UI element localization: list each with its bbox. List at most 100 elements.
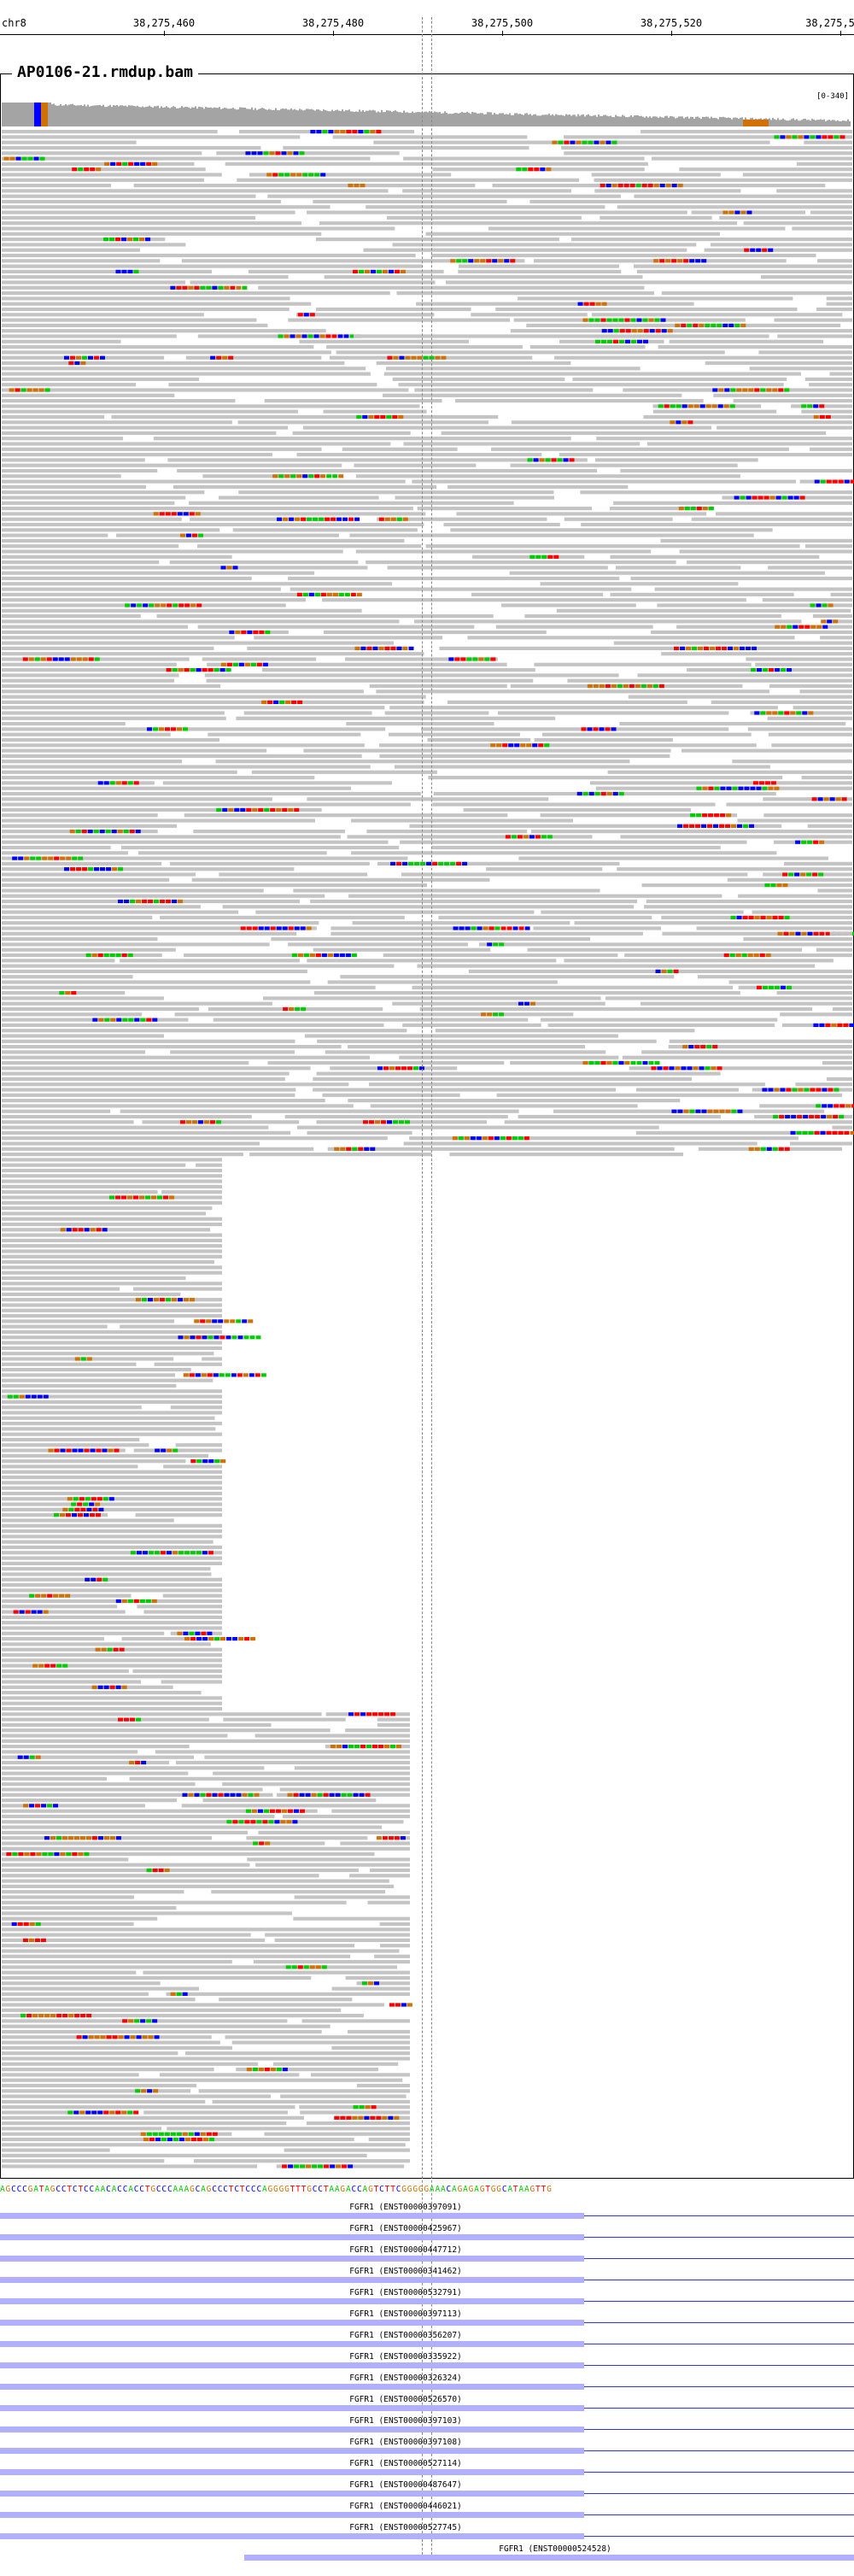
read — [705, 361, 852, 366]
transcript-intron — [584, 2450, 854, 2451]
transcript-exon[interactable] — [0, 2362, 584, 2368]
transcript-intron — [584, 2386, 854, 2387]
transcript-exon[interactable] — [0, 2448, 584, 2454]
mismatch-base — [282, 2164, 288, 2168]
transcript-label[interactable]: FGFR1 (ENST00000397108) — [349, 2438, 462, 2447]
transcript-exon[interactable] — [0, 2320, 584, 2326]
mismatch-base — [402, 517, 408, 521]
mismatch-base — [133, 269, 139, 273]
mismatch-base — [348, 1745, 354, 1749]
mismatch-base — [197, 1120, 203, 1124]
transcript-label[interactable]: FGFR1 (ENST00000526570) — [349, 2395, 462, 2404]
read — [120, 959, 300, 963]
mismatch-base — [120, 1195, 126, 1200]
mismatch-base — [510, 259, 516, 263]
mismatch-base — [102, 1497, 108, 1501]
transcript-label[interactable]: FGFR1 (ENST00000527745) — [349, 2523, 462, 2532]
mismatch-base — [64, 867, 70, 871]
read — [2, 2062, 259, 2066]
mismatch-base — [121, 2110, 127, 2115]
transcript-exon[interactable] — [0, 2256, 584, 2262]
read — [2, 813, 158, 818]
read — [2, 1529, 222, 1534]
transcript-label[interactable]: FGFR1 (ENST00000341462) — [349, 2267, 462, 2276]
coverage-bar — [236, 109, 237, 126]
coverage-bar — [475, 112, 477, 126]
mismatch-base — [642, 339, 648, 343]
coverage-bar — [658, 117, 659, 126]
mismatch-base — [12, 856, 18, 860]
coverage-bar — [543, 114, 545, 126]
mismatch-base — [486, 259, 492, 263]
mismatch-base — [659, 259, 665, 263]
transcript-label[interactable]: FGFR1 (ENST00000356207) — [349, 2331, 462, 2340]
mismatch-base — [184, 2137, 190, 2142]
transcript-exon[interactable] — [0, 2491, 584, 2497]
transcript-label[interactable]: FGFR1 (ENST00000447712) — [349, 2245, 462, 2255]
transcript-exon[interactable] — [0, 2277, 584, 2283]
mismatch-base — [202, 2137, 208, 2142]
mismatch-base — [68, 2014, 74, 2018]
transcript-exon[interactable] — [0, 2512, 584, 2518]
transcript-label[interactable]: FGFR1 (ENST00000524528) — [499, 2544, 611, 2554]
mismatch-base — [112, 2035, 118, 2039]
read — [2, 1965, 398, 1969]
mismatch-base — [285, 700, 291, 704]
mismatch-base — [129, 830, 135, 834]
transcript-exon[interactable] — [0, 2533, 584, 2539]
mismatch-base — [631, 329, 637, 333]
mismatch-base — [31, 1394, 37, 1399]
transcript-label[interactable]: FGFR1 (ENST00000397091) — [349, 2203, 462, 2212]
transcript-label[interactable]: FGFR1 (ENST00000397103) — [349, 2416, 462, 2426]
transcript-exon[interactable] — [0, 2384, 584, 2390]
mismatch-base — [831, 1023, 837, 1027]
transcript-label[interactable]: FGFR1 (ENST00000335922) — [349, 2352, 462, 2362]
read — [774, 318, 852, 322]
mismatch-base — [493, 1012, 499, 1017]
read — [2, 2073, 139, 2077]
mismatch-base — [102, 1228, 108, 1232]
transcript-exon[interactable] — [0, 2298, 584, 2304]
coverage-bar — [533, 114, 535, 126]
transcript-exon[interactable] — [0, 2426, 584, 2432]
center-guide-line — [422, 17, 423, 2559]
transcript-label[interactable]: FGFR1 (ENST00000446021) — [349, 2502, 462, 2511]
transcript-label[interactable]: FGFR1 (ENST00000487647) — [349, 2480, 462, 2490]
read — [193, 2159, 410, 2163]
transcript-label[interactable]: FGFR1 (ENST00000527114) — [349, 2459, 462, 2468]
mismatch-base — [494, 1136, 500, 1141]
mismatch-base — [595, 302, 601, 306]
transcript-exon[interactable] — [0, 2234, 584, 2240]
mismatch-base — [671, 184, 677, 188]
mismatch-base — [266, 173, 272, 177]
mismatch-base — [617, 184, 623, 188]
mismatch-base — [54, 1852, 60, 1857]
read — [2, 765, 371, 769]
mismatch-base — [518, 1136, 524, 1141]
transcript-label[interactable]: FGFR1 (ENST00000397113) — [349, 2309, 462, 2319]
mismatch-base — [652, 684, 658, 689]
coverage-bar — [507, 114, 509, 126]
transcript-exon[interactable] — [0, 2341, 584, 2347]
transcript-exon[interactable] — [0, 2213, 584, 2219]
transcript-exon[interactable] — [0, 2405, 584, 2411]
read — [2, 1722, 272, 1727]
read — [2, 404, 420, 408]
mismatch-base — [766, 1147, 772, 1151]
mismatch-base — [128, 161, 134, 166]
read — [198, 2089, 410, 2093]
transcript-exon[interactable] — [0, 2469, 584, 2475]
transcript-exon[interactable] — [244, 2555, 854, 2561]
read — [155, 1750, 410, 1754]
mismatch-base — [114, 1448, 120, 1452]
mismatch-base — [376, 269, 382, 273]
mismatch-base — [734, 646, 740, 650]
transcript-label[interactable]: FGFR1 (ENST00000326324) — [349, 2374, 462, 2383]
read — [160, 915, 405, 919]
read — [594, 189, 741, 193]
transcript-label[interactable]: FGFR1 (ENST00000532791) — [349, 2288, 462, 2297]
mismatch-base — [699, 1066, 705, 1071]
transcript-label[interactable]: FGFR1 (ENST00000425967) — [349, 2224, 462, 2233]
mismatch-base — [312, 2164, 318, 2168]
read — [2, 673, 179, 678]
